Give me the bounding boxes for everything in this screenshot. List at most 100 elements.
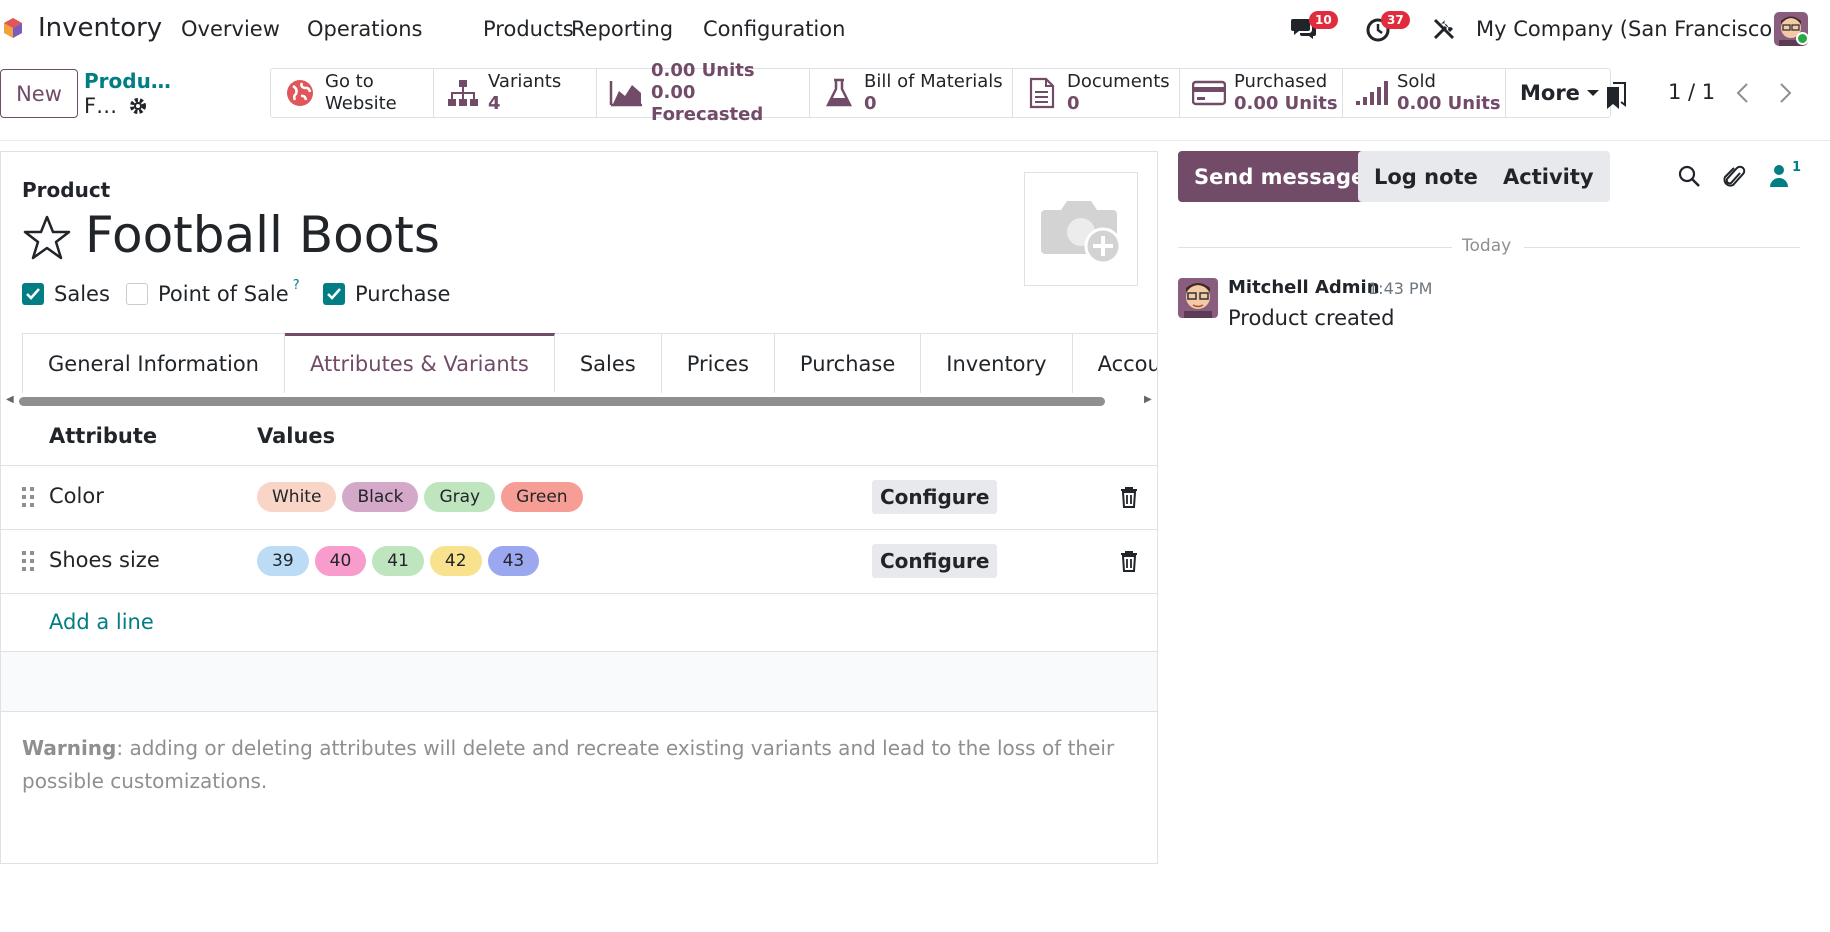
table-header: Attribute Values [1, 408, 1157, 466]
purchased-units: 0.00 Units [1234, 93, 1338, 114]
variants-button[interactable]: Variants 4 [434, 69, 597, 117]
scrollbar-thumb[interactable] [19, 397, 1105, 406]
pos-checkbox-label: Point of Sale [158, 282, 289, 306]
purchase-checkbox[interactable] [323, 283, 345, 305]
pager-next-button[interactable] [1766, 72, 1806, 114]
attribute-name[interactable]: Color [49, 484, 104, 508]
purchase-checkbox-label: Purchase [355, 282, 451, 306]
configure-button[interactable]: Configure [872, 480, 998, 514]
variants-count: 4 [488, 93, 501, 114]
chevron-left-icon [1736, 83, 1748, 103]
pos-help-tooltip[interactable]: ? [293, 278, 300, 293]
purchased-label: Purchased [1234, 71, 1328, 92]
product-form-sheet: Product Football Boots Sales Point of Sa… [0, 151, 1158, 864]
tab-purchase[interactable]: Purchase [774, 333, 922, 393]
document-icon [1029, 77, 1055, 109]
menu-operations[interactable]: Operations [307, 17, 422, 41]
search-icon[interactable] [1677, 164, 1701, 188]
area-chart-icon [609, 81, 642, 107]
scroll-left-arrow-icon[interactable]: ◀ [6, 394, 14, 405]
signal-bars-icon [1356, 81, 1388, 105]
value-tag: Gray [424, 482, 496, 512]
trash-icon[interactable] [1120, 486, 1138, 508]
drag-handle-icon[interactable] [21, 550, 35, 572]
menu-reporting[interactable]: Reporting [571, 17, 673, 41]
caret-down-icon [1586, 90, 1599, 96]
breadcrumb-current: F… [84, 94, 118, 118]
warning-text: : adding or deleting attributes will del… [22, 736, 1115, 793]
app-name[interactable]: Inventory [38, 13, 162, 43]
menu-overview[interactable]: Overview [181, 17, 280, 41]
scroll-right-arrow-icon[interactable]: ▶ [1144, 394, 1152, 405]
tools-icon[interactable] [1431, 16, 1457, 42]
header-attribute[interactable]: Attribute [49, 424, 157, 448]
smart-buttons-bar: Go to Website Variants 4 0.00 Units 0.00… [270, 60, 1611, 125]
top-navbar: Inventory Overview Operations Products R… [0, 0, 1830, 58]
pager-previous-button[interactable] [1722, 72, 1762, 114]
log-note-button[interactable]: Log note [1358, 151, 1494, 202]
breadcrumb-parent[interactable]: Produ… [84, 69, 171, 93]
tab-inventory[interactable]: Inventory [921, 333, 1073, 393]
gear-icon[interactable] [128, 96, 148, 116]
empty-table-row [1, 652, 1157, 712]
date-separator: Today [1462, 236, 1512, 256]
app-logo-icon[interactable] [3, 17, 23, 39]
header-values[interactable]: Values [257, 424, 335, 448]
menu-products[interactable]: Products [483, 17, 574, 41]
configure-button[interactable]: Configure [872, 544, 998, 578]
send-message-button[interactable]: Send message [1178, 151, 1382, 202]
sales-checkbox-field[interactable]: Sales [22, 282, 110, 306]
message-author-avatar[interactable] [1178, 278, 1218, 318]
forecasted-units: 0.00 Forecasted [651, 82, 764, 125]
drag-handle-icon[interactable] [21, 486, 35, 508]
message-author[interactable]: Mitchell Admin [1228, 277, 1380, 298]
star-favorite-icon[interactable] [22, 214, 72, 262]
variants-warning: Warning: adding or deleting attributes w… [22, 732, 1122, 798]
add-line-link[interactable]: Add a line [49, 610, 154, 634]
more-button[interactable]: More [1506, 69, 1610, 117]
sales-checkbox[interactable] [22, 283, 44, 305]
message-body: Product created [1228, 306, 1395, 330]
purchased-button[interactable]: Purchased 0.00 Units [1180, 69, 1343, 117]
purchase-checkbox-field[interactable]: Purchase [323, 282, 450, 306]
message-time: 1:43 PM [1368, 279, 1433, 298]
tab-prices[interactable]: Prices [661, 333, 775, 393]
new-button[interactable]: New [0, 69, 78, 118]
attribute-values[interactable]: 39 40 41 42 43 [257, 546, 540, 576]
control-panel-divider [0, 140, 1830, 141]
paperclip-icon[interactable] [1722, 164, 1746, 190]
bookmark-icon[interactable] [1606, 82, 1626, 110]
table-row[interactable]: Shoes size 39 40 41 42 43 Configure [1, 530, 1157, 594]
go-to-website-button[interactable]: Go to Website [271, 69, 434, 117]
sold-button[interactable]: Sold 0.00 Units [1343, 69, 1506, 117]
attribute-name[interactable]: Shoes size [49, 548, 160, 572]
bill-of-materials-button[interactable]: Bill of Materials 0 [810, 69, 1013, 117]
product-image-upload[interactable] [1024, 172, 1138, 286]
trash-icon[interactable] [1120, 550, 1138, 572]
chevron-right-icon [1780, 83, 1792, 103]
product-name-field[interactable]: Football Boots [85, 206, 440, 264]
forecast-button[interactable]: 0.00 Units 0.00 Forecasted [597, 60, 810, 125]
documents-button[interactable]: Documents 0 [1013, 69, 1180, 117]
tab-sales[interactable]: Sales [554, 333, 662, 393]
value-tag: 41 [372, 546, 424, 576]
pager-value[interactable]: 1 / 1 [1668, 80, 1715, 104]
activity-button[interactable]: Activity [1487, 151, 1610, 202]
pos-checkbox[interactable] [126, 283, 148, 305]
tab-general-information[interactable]: General Information [22, 333, 285, 393]
attributes-table: Attribute Values Color White Black Gray … [1, 408, 1157, 712]
value-tag: 40 [314, 546, 367, 576]
table-row[interactable]: Color White Black Gray Green Configure [1, 466, 1157, 530]
documents-label: Documents [1067, 71, 1170, 92]
attribute-values[interactable]: White Black Gray Green [257, 482, 583, 512]
globe-icon [287, 80, 313, 106]
tabs-horizontal-scrollbar[interactable]: ◀ ▶ [1, 394, 1157, 408]
menu-configuration[interactable]: Configuration [703, 17, 845, 41]
company-switcher[interactable]: My Company (San Francisco) [1476, 17, 1780, 41]
pos-checkbox-field[interactable]: Point of Sale ? [126, 278, 300, 306]
value-tag: 39 [257, 546, 309, 576]
add-line-row: Add a line [1, 594, 1157, 652]
tab-attributes-variants[interactable]: Attributes & Variants [285, 333, 555, 393]
tab-accounting[interactable]: Accounting [1072, 333, 1157, 393]
followers-user-icon[interactable] [1769, 164, 1789, 188]
